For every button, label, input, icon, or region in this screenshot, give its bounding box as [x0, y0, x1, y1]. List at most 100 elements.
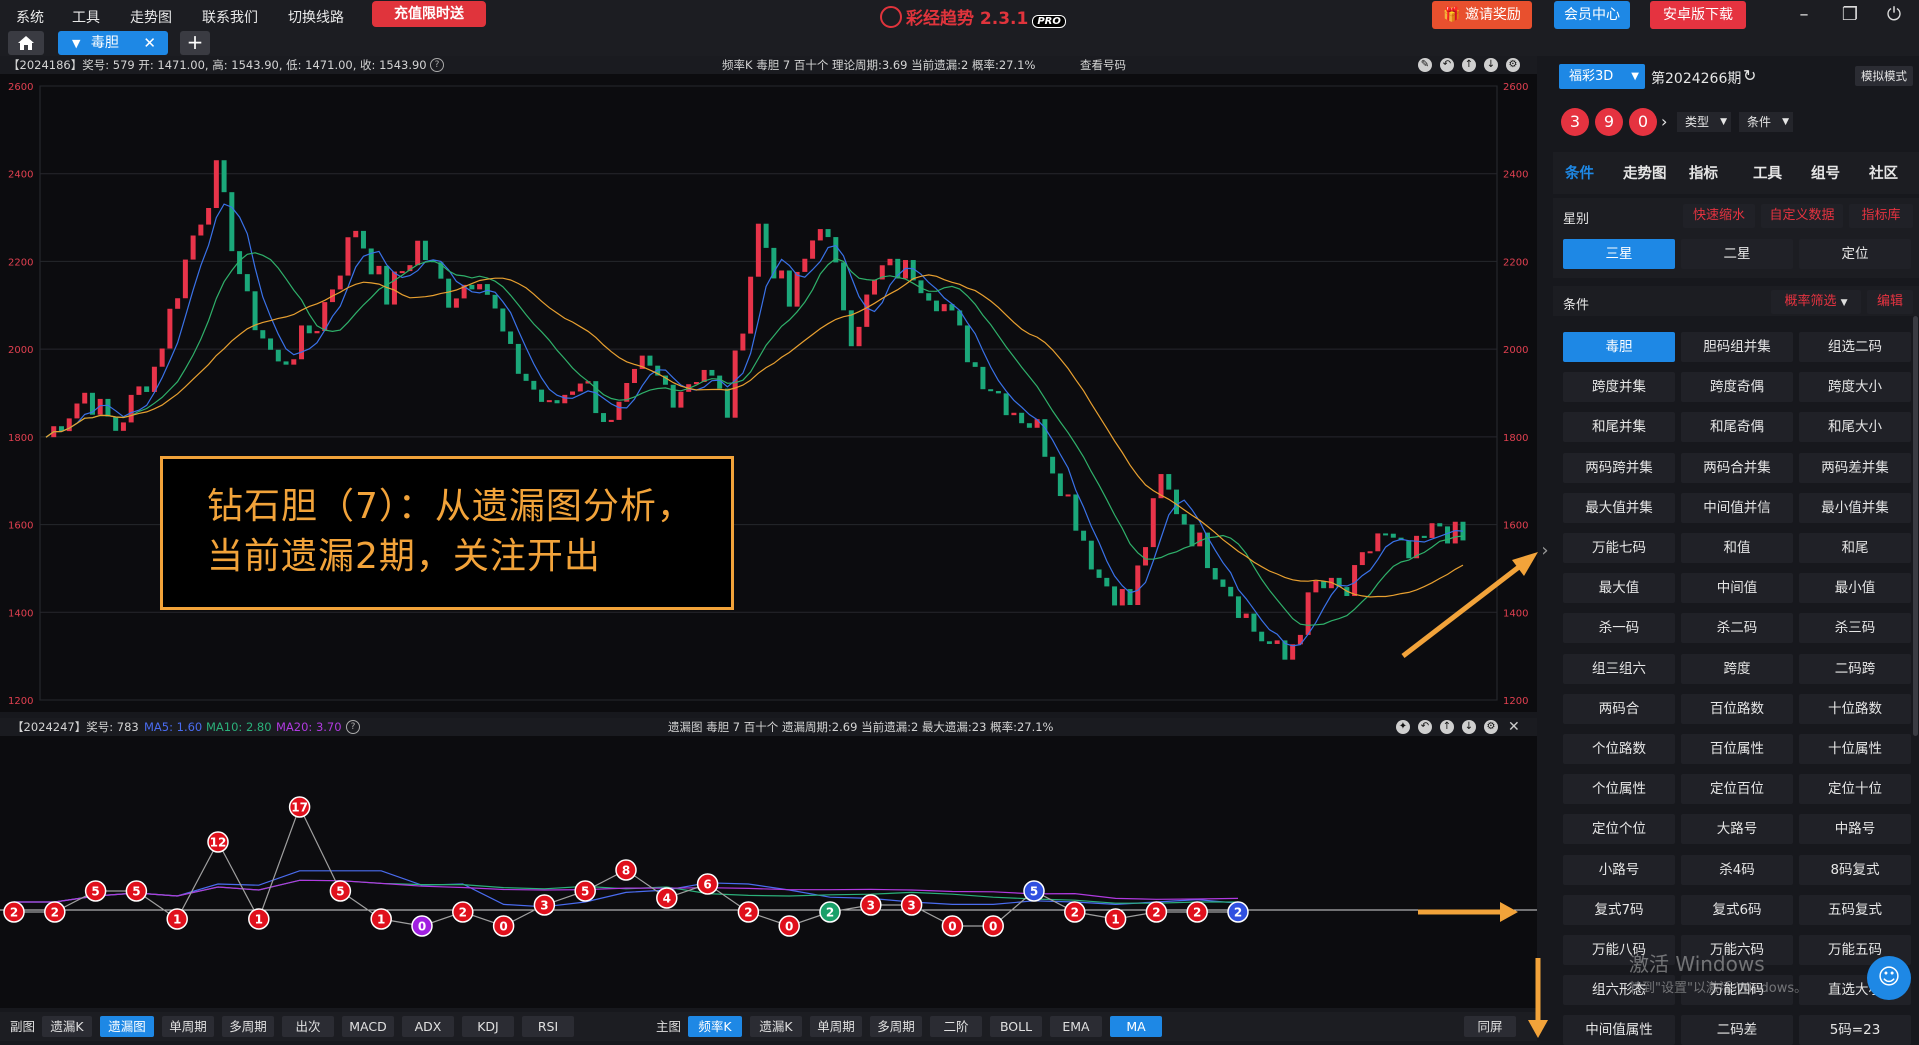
view-numbers-link[interactable]: 查看号码: [1080, 56, 1126, 74]
condition-button[interactable]: 和尾奇偶: [1681, 412, 1793, 443]
sub-btn-multi-period[interactable]: 多周期: [222, 1016, 274, 1037]
condition-button[interactable]: 两码跨并集: [1563, 452, 1675, 483]
lottery-select[interactable]: 福彩3D ▼: [1559, 64, 1645, 89]
main-btn-multi-period[interactable]: 多周期: [870, 1016, 922, 1037]
condition-button[interactable]: 杀二码: [1681, 613, 1793, 644]
sub-btn-omission-k[interactable]: 遗漏K: [42, 1016, 92, 1037]
quick-shrink-link[interactable]: 快速缩水: [1683, 204, 1755, 228]
back-icon[interactable]: ↶: [1440, 58, 1454, 72]
custom-data-link[interactable]: 自定义数据: [1761, 204, 1843, 228]
condition-button[interactable]: 杀一码: [1563, 613, 1675, 644]
condition-button[interactable]: 最大值并集: [1563, 492, 1675, 523]
main-btn-boll[interactable]: BOLL: [990, 1016, 1042, 1037]
tab-dudan[interactable]: ▼ 毒胆 ✕: [58, 31, 168, 55]
home-tab[interactable]: [8, 31, 44, 55]
condition-button[interactable]: 定位百位: [1681, 774, 1793, 805]
tab-community[interactable]: 社区: [1869, 162, 1898, 183]
condition-button[interactable]: 中间值: [1681, 573, 1793, 604]
condition-button[interactable]: 杀4码: [1681, 854, 1793, 885]
star-position[interactable]: 定位: [1799, 239, 1911, 269]
condition-button[interactable]: 和值: [1681, 533, 1793, 563]
settings-icon[interactable]: ⚙: [1506, 58, 1520, 72]
android-download-button[interactable]: 安卓版下载: [1650, 1, 1746, 29]
menu-switch-line[interactable]: 切换线路: [288, 7, 344, 27]
condition-button[interactable]: 两码合: [1563, 693, 1675, 724]
condition-button[interactable]: 五码复式: [1799, 894, 1911, 925]
condition-button[interactable]: 百位属性: [1681, 734, 1793, 764]
menu-trend[interactable]: 走势图: [130, 7, 172, 27]
condition-button[interactable]: 组选二码: [1799, 332, 1911, 362]
menu-system[interactable]: 系统: [16, 7, 44, 27]
condition-button[interactable]: 百位路数: [1681, 693, 1793, 724]
condition-button[interactable]: 跨度大小: [1799, 372, 1911, 403]
condition-button[interactable]: 两码合并集: [1681, 452, 1793, 483]
edit-icon[interactable]: ✎: [1418, 58, 1432, 72]
condition-button[interactable]: 十位路数: [1799, 693, 1911, 724]
condition-button[interactable]: 中间值并信: [1681, 492, 1793, 523]
condition-button[interactable]: 二码跨: [1799, 653, 1911, 684]
star-two[interactable]: 二星: [1681, 239, 1793, 269]
condition-button[interactable]: 个位属性: [1563, 774, 1675, 805]
tab-groups[interactable]: 组号: [1811, 162, 1840, 183]
condition-button[interactable]: 定位十位: [1799, 774, 1911, 805]
prob-filter-select[interactable]: 概率筛选 ▼: [1771, 290, 1861, 314]
condition-button[interactable]: 组三组六: [1563, 653, 1675, 684]
power-icon[interactable]: ⏻: [1882, 4, 1906, 25]
condition-button[interactable]: 最小值: [1799, 573, 1911, 604]
condition-button[interactable]: 中路号: [1799, 814, 1911, 845]
restore-icon[interactable]: ❐: [1838, 4, 1862, 25]
condition-button[interactable]: 胆码组并集: [1681, 332, 1793, 362]
condition-button[interactable]: 和尾大小: [1799, 412, 1911, 443]
down-icon[interactable]: ↓: [1484, 58, 1498, 72]
condition-button[interactable]: 和尾并集: [1563, 412, 1675, 443]
sub-btn-single-period[interactable]: 单周期: [162, 1016, 214, 1037]
promo-button[interactable]: 充值限时送: [372, 1, 486, 27]
condition-button[interactable]: 跨度: [1681, 653, 1793, 684]
refresh-icon[interactable]: ↻: [1743, 66, 1756, 85]
sub-btn-macd[interactable]: MACD: [342, 1016, 394, 1037]
condition-button[interactable]: 最大值: [1563, 573, 1675, 604]
tab-trend[interactable]: 走势图: [1623, 162, 1667, 183]
main-btn-ma[interactable]: MA: [1110, 1016, 1162, 1037]
main-btn-ema[interactable]: EMA: [1050, 1016, 1102, 1037]
sub-btn-adx[interactable]: ADX: [402, 1016, 454, 1037]
condition-button[interactable]: 十位属性: [1799, 734, 1911, 764]
member-button[interactable]: 会员中心: [1554, 1, 1630, 29]
main-btn-freq-k[interactable]: 频率K: [688, 1016, 742, 1037]
main-btn-single-period[interactable]: 单周期: [810, 1016, 862, 1037]
type-select[interactable]: 类型 ▼: [1677, 112, 1731, 132]
condition-button[interactable]: 和尾: [1799, 533, 1911, 563]
condition-button[interactable]: 两码差并集: [1799, 452, 1911, 483]
indicator-library-link[interactable]: 指标库: [1849, 204, 1913, 228]
condition-button[interactable]: 大路号: [1681, 814, 1793, 845]
condition-button[interactable]: 万能七码: [1563, 533, 1675, 563]
condition-button[interactable]: 跨度奇偶: [1681, 372, 1793, 403]
condition-button[interactable]: 8码复式: [1799, 854, 1911, 885]
up-icon[interactable]: ↑: [1462, 58, 1476, 72]
condition-select[interactable]: 条件 ▼: [1739, 112, 1793, 132]
main-btn-second-order[interactable]: 二阶: [930, 1016, 982, 1037]
close-icon[interactable]: ✕: [143, 31, 156, 55]
sub-btn-kdj[interactable]: KDJ: [462, 1016, 514, 1037]
add-tab-button[interactable]: +: [180, 31, 210, 55]
main-btn-omission-k[interactable]: 遗漏K: [750, 1016, 802, 1037]
invite-button[interactable]: 🎁 邀请奖励: [1432, 1, 1532, 29]
star-three[interactable]: 三星: [1563, 239, 1675, 269]
edit-link[interactable]: 编辑: [1867, 290, 1913, 314]
tab-conditions[interactable]: 条件: [1565, 162, 1594, 183]
scrollbar[interactable]: [1913, 316, 1918, 736]
condition-button[interactable]: 杀三码: [1799, 613, 1911, 644]
menu-contact[interactable]: 联系我们: [202, 7, 258, 27]
tab-indicators[interactable]: 指标: [1689, 162, 1718, 183]
help-icon[interactable]: ?: [430, 58, 444, 72]
minimize-icon[interactable]: –: [1792, 4, 1816, 25]
menu-tools[interactable]: 工具: [72, 7, 100, 27]
sim-mode-button[interactable]: 模拟模式: [1855, 66, 1913, 86]
condition-button[interactable]: 复式7码: [1563, 894, 1675, 925]
condition-button[interactable]: 最小值并集: [1799, 492, 1911, 523]
chevron-right-icon[interactable]: ›: [1661, 112, 1667, 131]
sub-btn-omission-chart[interactable]: 遗漏图: [100, 1016, 154, 1037]
sub-btn-occurrence[interactable]: 出次: [282, 1016, 334, 1037]
condition-button[interactable]: 跨度并集: [1563, 372, 1675, 403]
condition-button[interactable]: 小路号: [1563, 854, 1675, 885]
